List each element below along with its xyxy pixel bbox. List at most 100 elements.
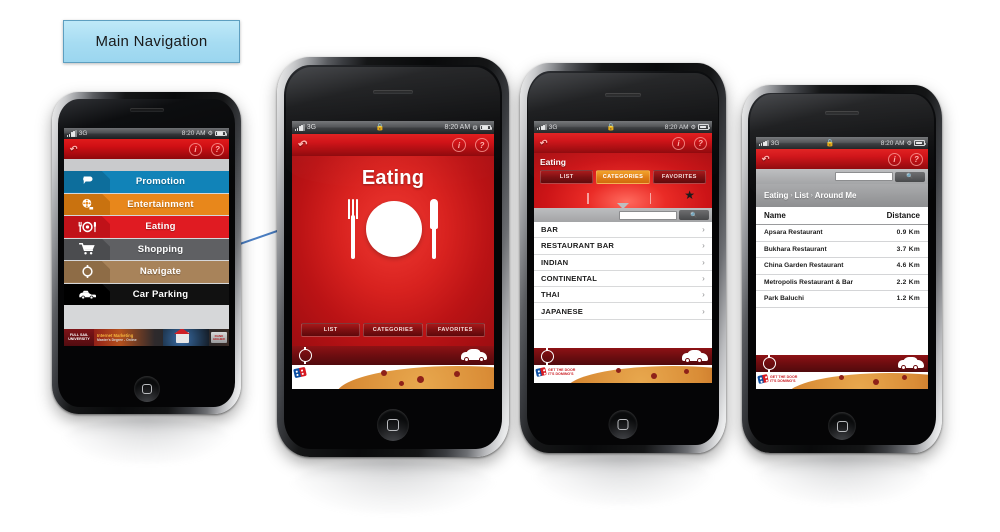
category-label: BAR: [541, 225, 559, 235]
breadcrumb: Eating › List › Around Me: [756, 184, 928, 207]
car-icon: [64, 288, 110, 300]
search-input[interactable]: [835, 172, 893, 181]
tab-favorites[interactable]: FAVORITES: [652, 170, 706, 184]
list-item[interactable]: RESTAURANT BAR ›: [534, 238, 712, 255]
back-arrow-icon[interactable]: ↶: [761, 154, 769, 164]
back-arrow-icon[interactable]: ↶: [539, 138, 547, 148]
restaurant-name: China Garden Restaurant: [764, 262, 844, 270]
bottom-toolbar: [534, 347, 712, 366]
help-button[interactable]: ?: [475, 138, 489, 152]
menu-item-car-parking[interactable]: Car Parking: [64, 283, 229, 305]
info-button[interactable]: i: [452, 138, 466, 152]
dominos-ad-banner[interactable]: GET THE DOOR IT'S DOMINO'S: [534, 365, 712, 383]
category-label: JAPANESE: [541, 306, 583, 316]
tab-categories[interactable]: CATEGORIES: [363, 323, 423, 337]
battery-icon: [914, 140, 927, 146]
list-item[interactable]: INDIAN ›: [534, 255, 712, 271]
home-button[interactable]: [377, 409, 409, 441]
phone-2-screen: 3G 🔒 8:20 AM ⚙ ↶ i ? Eating LIST CATEGOR…: [292, 121, 494, 389]
restaurant-distance: 3.7 Km: [896, 245, 920, 253]
dominos-logo: GET THE DOOR IT'S DOMINO'S: [535, 367, 575, 378]
ad-banner[interactable]: FULL SAIL UNIVERSITY Internet Marketing …: [64, 329, 229, 346]
gear-icon[interactable]: [763, 354, 776, 373]
gear-icon[interactable]: [299, 346, 312, 365]
clock-label: 8:20 AM: [664, 123, 689, 131]
menu-item-navigate[interactable]: Navigate: [64, 261, 229, 283]
list-item[interactable]: BAR ›: [534, 222, 712, 239]
list-item[interactable]: CONTINENTAL ›: [534, 271, 712, 288]
gear-icon[interactable]: [541, 347, 554, 366]
battery-icon: [698, 124, 711, 130]
tab-favorites[interactable]: FAVORITES: [425, 323, 485, 337]
phone-1-main-navigation: 3G 8:20 AM ⚙ ↶ i ? Promotion Entertainme…: [52, 92, 241, 414]
tag-icon: [64, 174, 110, 189]
back-arrow-icon[interactable]: ↶: [69, 144, 77, 154]
back-arrow-icon[interactable]: ↶: [297, 139, 306, 151]
search-icon[interactable]: 🔍: [679, 210, 709, 220]
list-item[interactable]: THAI ›: [534, 287, 712, 304]
car-icon[interactable]: [682, 349, 708, 363]
phone-1-screen: 3G 8:20 AM ⚙ ↶ i ? Promotion Entertainme…: [64, 128, 229, 346]
tagline-line2: IT'S DOMINO'S: [770, 379, 796, 384]
restaurant-distance: 2.2 Km: [896, 278, 920, 286]
table-row[interactable]: Park Baluchi 1.2 Km: [756, 291, 928, 308]
tab-list[interactable]: LIST: [540, 170, 594, 184]
column-header-name: Name: [764, 211, 786, 220]
cutlery-icon: [64, 220, 110, 234]
tab-list[interactable]: LIST: [301, 323, 361, 337]
phone-4-around-me: 3G 🔒 8:20 AM ⚙ ↶ i ? 🔍 Eating › List › A…: [742, 85, 942, 453]
restaurant-name: Bukhara Restaurant: [764, 245, 827, 253]
phone-4-screen: 3G 🔒 8:20 AM ⚙ ↶ i ? 🔍 Eating › List › A…: [756, 137, 928, 389]
help-button[interactable]: ?: [211, 142, 224, 156]
dropdown-pointer-icon: [617, 203, 629, 209]
plate-fork-knife-icon: [292, 199, 494, 259]
table-row[interactable]: China Garden Restaurant 4.6 Km: [756, 258, 928, 275]
chevron-right-icon: ›: [702, 306, 705, 316]
search-icon[interactable]: 🔍: [895, 171, 925, 182]
dominos-tile-icon: [535, 367, 547, 378]
table-row[interactable]: Apsara Restaurant 0.9 Km: [756, 225, 928, 242]
status-bar: 3G 🔒 8:20 AM ⚙: [292, 121, 494, 134]
menu-item-eating[interactable]: Eating: [64, 216, 229, 238]
search-input[interactable]: [619, 210, 677, 220]
category-label: RESTAURANT BAR: [541, 241, 615, 251]
dominos-ad-banner[interactable]: [292, 365, 494, 389]
ad-subline: Master's Degree - Online: [97, 338, 137, 342]
category-label: THAI: [541, 290, 560, 300]
menu-item-entertainment[interactable]: Entertainment: [64, 193, 229, 215]
car-icon[interactable]: [461, 349, 487, 362]
pizza-image: [786, 373, 928, 389]
breadcrumb-item-list[interactable]: List: [794, 191, 808, 200]
info-button[interactable]: i: [888, 152, 901, 166]
menu-item-shopping[interactable]: Shopping: [64, 238, 229, 260]
dominos-logo: GET THE DOOR IT'S DOMINO'S: [757, 374, 797, 385]
car-icon[interactable]: [898, 356, 924, 370]
breadcrumb-item-around-me[interactable]: Around Me: [815, 191, 857, 200]
eating-hero: Eating LIST CATEGORIES FAVORITES: [292, 156, 494, 346]
home-button[interactable]: [608, 410, 638, 439]
signal-bars-icon: [759, 139, 769, 146]
phone-4-reflection: [753, 456, 931, 504]
battery-icon: [215, 130, 228, 137]
table-row[interactable]: Bukhara Restaurant 3.7 Km: [756, 242, 928, 258]
info-button[interactable]: i: [672, 136, 685, 150]
table-row[interactable]: Metropolis Restaurant & Bar 2.2 Km: [756, 275, 928, 291]
gear-icon: ⚙: [207, 131, 213, 137]
info-button[interactable]: i: [189, 142, 202, 156]
signal-bars-icon: [67, 130, 77, 137]
tab-categories[interactable]: CATEGORIES: [596, 170, 650, 184]
dominos-logo: [293, 366, 307, 379]
status-bar: 3G 8:20 AM ⚙: [64, 128, 229, 139]
ad-illustration: [163, 329, 209, 346]
page-title: Eating: [361, 167, 425, 189]
menu-item-promotion[interactable]: Promotion: [64, 171, 229, 193]
list-item[interactable]: JAPANESE ›: [534, 303, 712, 320]
dominos-tile-icon: [293, 366, 307, 379]
dominos-ad-banner[interactable]: GET THE DOOR IT'S DOMINO'S: [756, 372, 928, 389]
breadcrumb-item-eating[interactable]: Eating: [764, 191, 788, 200]
help-button[interactable]: ?: [694, 136, 707, 150]
help-button[interactable]: ?: [910, 152, 923, 166]
chevron-right-icon: ›: [702, 225, 705, 235]
home-button[interactable]: [133, 376, 160, 402]
home-button[interactable]: [828, 412, 856, 440]
